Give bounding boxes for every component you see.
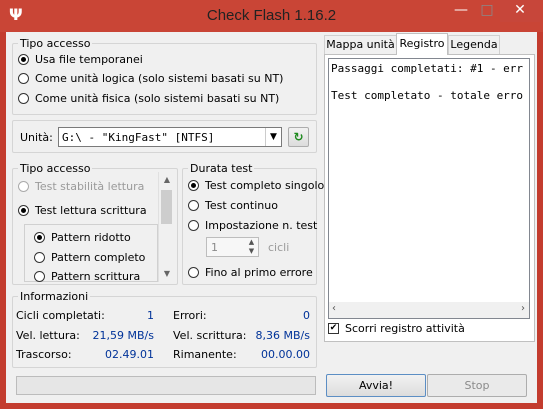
scroll-log-checkbox[interactable]: ✔ Scorri registro attività xyxy=(328,322,465,335)
tab-label: Legenda xyxy=(450,38,498,51)
option-label: Test continuo xyxy=(205,199,278,212)
chevron-up-icon[interactable]: ▲ xyxy=(159,172,175,188)
errors-count: 0 xyxy=(303,309,310,322)
log-line: Test completato - totale erro xyxy=(331,89,524,102)
chevron-down-icon[interactable]: ▼ xyxy=(265,128,281,146)
errors-label: Errori: xyxy=(173,309,207,322)
drive-label: Unità: xyxy=(20,131,53,144)
remaining-time: 00.00.00 xyxy=(261,348,310,361)
drive-select[interactable]: G:\ - "KingFast" [NTFS] ▼ xyxy=(58,127,282,147)
option-label: Test completo singolo xyxy=(205,179,325,192)
test-type-scrollbar[interactable]: ▲ ▼ xyxy=(158,172,174,282)
radio-icon[interactable] xyxy=(188,220,199,231)
option-label: Come unità fisica (solo sistemi basati s… xyxy=(35,92,280,105)
option-temp-files[interactable]: Usa file temporanei xyxy=(18,53,143,66)
client-area: Tipo accesso Usa file temporanei Come un… xyxy=(6,32,537,403)
tab-label: Registro xyxy=(399,37,445,50)
radio-icon[interactable] xyxy=(34,232,45,243)
option-label: Impostazione n. test xyxy=(205,219,318,232)
refresh-button[interactable]: ↻ xyxy=(288,127,309,147)
app-window: Ψ Check Flash 1.16.2 — □ ✕ Tipo accesso … xyxy=(0,0,543,409)
radio-icon[interactable] xyxy=(188,180,199,191)
start-button[interactable]: Avvia! xyxy=(326,374,426,397)
title-bar: Ψ Check Flash 1.16.2 — □ ✕ xyxy=(0,0,543,32)
option-label: Pattern ridotto xyxy=(51,231,131,244)
option-label: Come unità logica (solo sistemi basati s… xyxy=(35,72,284,85)
refresh-icon: ↻ xyxy=(293,130,304,144)
horizontal-scrollbar[interactable]: ‹ › xyxy=(329,302,529,318)
cycles-count: 1 xyxy=(147,309,154,322)
log-line: Passaggi completati: #1 - err xyxy=(331,62,524,75)
radio-icon[interactable] xyxy=(18,73,29,84)
option-logical-drive[interactable]: Come unità logica (solo sistemi basati s… xyxy=(18,72,283,85)
elapsed-time: 02.49.01 xyxy=(105,348,154,361)
radio-icon[interactable] xyxy=(18,93,29,104)
cycles-stepper[interactable]: 1 ▲ ▼ xyxy=(206,237,259,257)
radio-icon[interactable] xyxy=(18,181,29,192)
option-pattern-full[interactable]: Pattern completo xyxy=(34,251,145,264)
radio-icon[interactable] xyxy=(188,267,199,278)
close-icon[interactable]: ✕ xyxy=(500,0,540,22)
option-read-stability[interactable]: Test stabilità lettura xyxy=(18,180,144,193)
scroll-thumb[interactable] xyxy=(161,190,172,224)
cycles-value: 1 xyxy=(211,241,218,254)
cycles-label: Cicli completati: xyxy=(16,309,105,322)
minimize-icon[interactable]: — xyxy=(448,0,474,22)
chevron-left-icon[interactable]: ‹ xyxy=(332,303,336,314)
read-speed: 21,59 MB/s xyxy=(92,329,154,342)
option-label: Fino al primo errore xyxy=(205,266,313,279)
radio-icon[interactable] xyxy=(34,252,45,263)
option-label: Usa file temporanei xyxy=(35,53,143,66)
radio-icon[interactable] xyxy=(188,200,199,211)
log-panel: Passaggi completati: #1 - err Test compl… xyxy=(324,54,535,342)
option-pattern-write[interactable]: Pattern scrittura xyxy=(34,270,140,283)
progress-bar xyxy=(16,376,316,395)
remaining-label: Rimanente: xyxy=(173,348,237,361)
log-textarea[interactable]: Passaggi completati: #1 - err Test compl… xyxy=(328,58,530,319)
write-speed: 8,36 MB/s xyxy=(255,329,310,342)
read-speed-label: Vel. lettura: xyxy=(16,329,80,342)
chevron-down-icon[interactable]: ▼ xyxy=(159,266,175,282)
maximize-icon: □ xyxy=(480,2,494,18)
drive-value: G:\ - "KingFast" [NTFS] xyxy=(62,131,215,144)
chevron-right-icon[interactable]: › xyxy=(521,303,525,314)
option-continuous-test[interactable]: Test continuo xyxy=(188,199,278,212)
tab-label: Mappa unità xyxy=(326,38,395,51)
option-n-tests[interactable]: Impostazione n. test xyxy=(188,219,317,232)
option-until-error[interactable]: Fino al primo errore xyxy=(188,266,313,279)
write-speed-label: Vel. scrittura: xyxy=(173,329,247,342)
tab-legend[interactable]: Legenda xyxy=(448,35,500,54)
radio-icon[interactable] xyxy=(34,271,45,282)
tab-drive-map[interactable]: Mappa unità xyxy=(324,35,397,54)
stop-button: Stop xyxy=(427,374,527,397)
option-label: Test lettura scrittura xyxy=(35,204,147,217)
option-single-test[interactable]: Test completo singolo xyxy=(188,179,324,192)
checkbox-label: Scorri registro attività xyxy=(345,322,465,335)
elapsed-label: Trascorso: xyxy=(16,348,72,361)
cycles-unit: cicli xyxy=(268,241,290,254)
chevron-up-icon[interactable]: ▲ xyxy=(245,238,258,247)
tab-log[interactable]: Registro xyxy=(396,33,448,55)
chevron-down-icon[interactable]: ▼ xyxy=(245,247,258,256)
duration-legend: Durata test xyxy=(190,162,253,175)
access-mode-legend: Tipo accesso xyxy=(20,37,91,50)
option-label: Pattern scrittura xyxy=(51,270,141,283)
test-type-legend: Tipo accesso xyxy=(20,162,91,175)
option-pattern-reduced[interactable]: Pattern ridotto xyxy=(34,231,131,244)
option-label: Pattern completo xyxy=(51,251,146,264)
option-label: Test stabilità lettura xyxy=(35,180,145,193)
info-legend: Informazioni xyxy=(20,290,89,303)
radio-icon[interactable] xyxy=(18,205,29,216)
option-read-write[interactable]: Test lettura scrittura xyxy=(18,204,147,217)
option-physical-drive[interactable]: Come unità fisica (solo sistemi basati s… xyxy=(18,92,279,105)
radio-icon[interactable] xyxy=(18,54,29,65)
checkmark-icon[interactable]: ✔ xyxy=(328,323,339,334)
